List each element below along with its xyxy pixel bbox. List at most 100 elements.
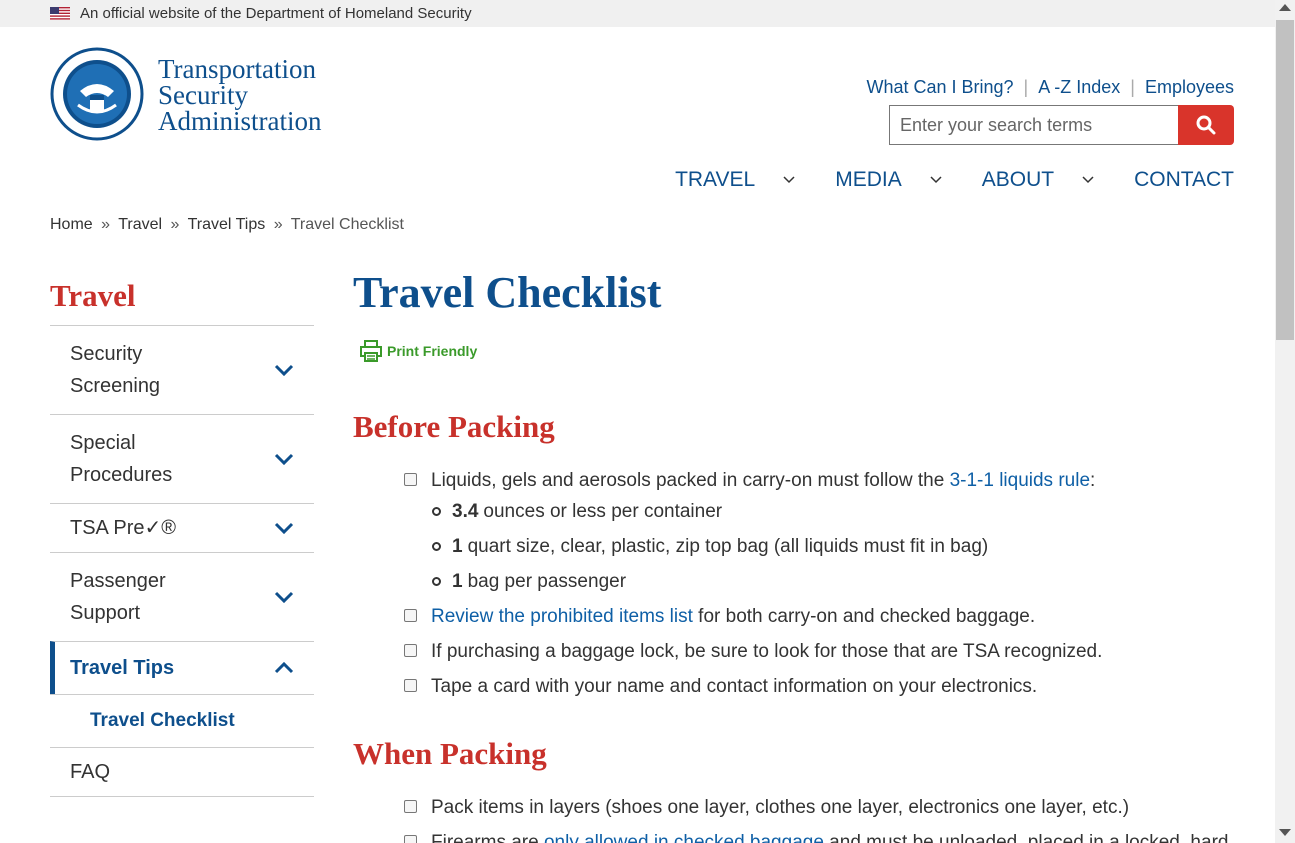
list-item-suffix: : (1090, 470, 1096, 491)
nav-media-label: MEDIA (835, 168, 902, 191)
sidebar-divider (50, 796, 314, 797)
nav-media[interactable]: MEDIA (835, 168, 942, 192)
what-can-i-bring-link[interactable]: What Can I Bring? (866, 77, 1013, 98)
breadcrumb-current: Travel Checklist (290, 216, 404, 233)
when-packing-list: Pack items in layers (shoes one layer, c… (404, 796, 1228, 843)
list-item: Liquids, gels and aerosols packed in car… (404, 469, 1102, 492)
list-item-text: Tape a card with your name and contact i… (431, 676, 1038, 697)
checklist-checkbox[interactable] (404, 473, 417, 486)
section-heading-before-packing: Before Packing (353, 409, 555, 444)
breadcrumb-separator: » (273, 216, 283, 233)
official-banner: An official website of the Department of… (0, 0, 1275, 27)
sidebar-item-label: Travel Checklist (90, 710, 235, 731)
chevron-down-icon[interactable] (274, 591, 294, 603)
prohibited-items-link[interactable]: Review the prohibited items list (431, 606, 693, 627)
list-item: Tape a card with your name and contact i… (404, 675, 1102, 698)
sidebar-item-passenger-support[interactable]: Passenger Support (50, 552, 314, 641)
scroll-up-arrow-icon[interactable] (1279, 4, 1291, 11)
printer-icon (360, 340, 382, 362)
scroll-down-arrow-icon[interactable] (1279, 829, 1291, 836)
nav-travel-label: TRAVEL (675, 168, 756, 191)
sidebar-item-security-screening[interactable]: Security Screening (50, 325, 314, 414)
liquids-rule-link[interactable]: 3-1-1 liquids rule (950, 470, 1090, 491)
print-friendly-button[interactable]: Print Friendly (360, 340, 477, 362)
search-button[interactable] (1178, 105, 1234, 145)
chevron-down-icon[interactable] (274, 522, 294, 534)
sub-list-item: 1 bag per passenger (432, 570, 1102, 593)
checklist-checkbox[interactable] (404, 800, 417, 813)
list-item-text: Liquids, gels and aerosols packed in car… (431, 469, 1095, 492)
list-item-text: Review the prohibited items list for bot… (431, 605, 1035, 628)
breadcrumb: Home » Travel » Travel Tips » Travel Che… (50, 216, 404, 234)
util-separator: | (1130, 77, 1135, 97)
utility-links: What Can I Bring? | A -Z Index | Employe… (866, 77, 1234, 98)
search-input[interactable] (889, 105, 1178, 145)
sub-item-text: quart size, clear, plastic, zip top bag … (467, 536, 989, 557)
chevron-up-icon[interactable] (274, 662, 294, 674)
print-friendly-label: Print Friendly (387, 343, 478, 359)
sidebar-item-travel-tips[interactable]: Travel Tips (50, 641, 314, 694)
sidebar-item-label: FAQ (70, 761, 111, 783)
nav-about[interactable]: ABOUT (982, 168, 1094, 192)
section-heading-when-packing: When Packing (353, 736, 547, 771)
breadcrumb-separator: » (101, 216, 111, 233)
checklist-checkbox[interactable] (404, 679, 417, 692)
sidebar-title[interactable]: Travel (50, 278, 136, 314)
list-item: Review the prohibited items list for bot… (404, 605, 1102, 628)
sub-item-number: 1 (452, 571, 463, 592)
a-z-index-link[interactable]: A -Z Index (1038, 77, 1120, 98)
sub-list-container: 3.4 ounces or less per container 1 quart s… (404, 500, 1102, 593)
page-title: Travel Checklist (353, 268, 662, 317)
scrollbar-thumb[interactable] (1276, 20, 1294, 340)
chevron-down-icon[interactable] (783, 176, 795, 184)
chevron-down-icon[interactable] (274, 453, 294, 465)
list-item-text-part: for both carry-on and checked baggage. (692, 606, 1036, 627)
list-item: If purchasing a baggage lock, be sure to… (404, 640, 1102, 663)
list-item: Pack items in layers (shoes one layer, c… (404, 796, 1228, 819)
employees-link[interactable]: Employees (1145, 77, 1234, 98)
util-separator: | (1023, 77, 1029, 97)
logo-line-2: Security (158, 80, 248, 110)
sidebar-item-travel-checklist[interactable]: Travel Checklist (50, 694, 314, 747)
checked-baggage-link[interactable]: only allowed in checked baggage (544, 832, 824, 843)
checklist-checkbox[interactable] (404, 609, 417, 622)
bullet-icon (432, 507, 441, 516)
chevron-down-icon[interactable] (1082, 176, 1094, 184)
sidebar-item-faq[interactable]: FAQ (50, 747, 314, 796)
main-nav: TRAVEL MEDIA ABOUT CONTACT (675, 168, 1234, 192)
search-icon (1196, 115, 1216, 135)
tsa-logo-text[interactable]: Transportation Security Administration (158, 54, 322, 135)
chevron-down-icon[interactable] (930, 176, 942, 184)
checklist-checkbox[interactable] (404, 644, 417, 657)
liquids-sub-list: 3.4 ounces or less per container 1 quart s… (432, 500, 1102, 593)
breadcrumb-home[interactable]: Home (50, 216, 93, 233)
bullet-icon (432, 577, 441, 586)
nav-about-label: ABOUT (981, 168, 1055, 191)
sub-list-item: 3.4 ounces or less per container (432, 500, 1102, 523)
list-item-text: Pack items in layers (shoes one layer, c… (431, 797, 1130, 818)
nav-travel[interactable]: TRAVEL (675, 168, 795, 192)
sub-item-number: 3.4 (452, 501, 479, 522)
nav-contact[interactable]: CONTACT (1134, 168, 1234, 192)
list-item-suffix: and must be unloaded, placed in a locked… (823, 832, 1229, 843)
checklist-checkbox[interactable] (404, 835, 417, 843)
list-item: Firearms are only allowed in checked bag… (404, 831, 1228, 843)
bullet-icon (432, 542, 441, 551)
sub-list-item: 1 quart size, clear, plastic, zip top bag… (432, 535, 1102, 558)
chevron-down-icon[interactable] (274, 364, 294, 376)
breadcrumb-travel-tips[interactable]: Travel Tips (188, 216, 266, 233)
official-banner-text: An official website of the Department of… (80, 5, 472, 22)
breadcrumb-travel[interactable]: Travel (118, 216, 162, 233)
logo-line-1: Transportation (158, 54, 317, 84)
sidebar-item-label: Special Procedures (70, 432, 173, 486)
sidebar-item-special-procedures[interactable]: Special Procedures (50, 414, 314, 503)
sub-item-text: bag per passenger (467, 571, 627, 592)
list-item-text-part: Liquids, gels and aerosols packed in car… (431, 470, 950, 491)
sidebar-item-tsa-precheck[interactable]: TSA Pre✓® (50, 503, 314, 552)
before-packing-list: Liquids, gels and aerosols packed in car… (404, 469, 1102, 710)
sidebar-menu: Security Screening Special Procedures TS… (50, 325, 314, 797)
nav-contact-label: CONTACT (1134, 168, 1234, 191)
dhs-seal-icon[interactable] (50, 47, 144, 141)
sub-item-text: ounces or less per container (483, 501, 723, 522)
breadcrumb-separator: » (170, 216, 180, 233)
